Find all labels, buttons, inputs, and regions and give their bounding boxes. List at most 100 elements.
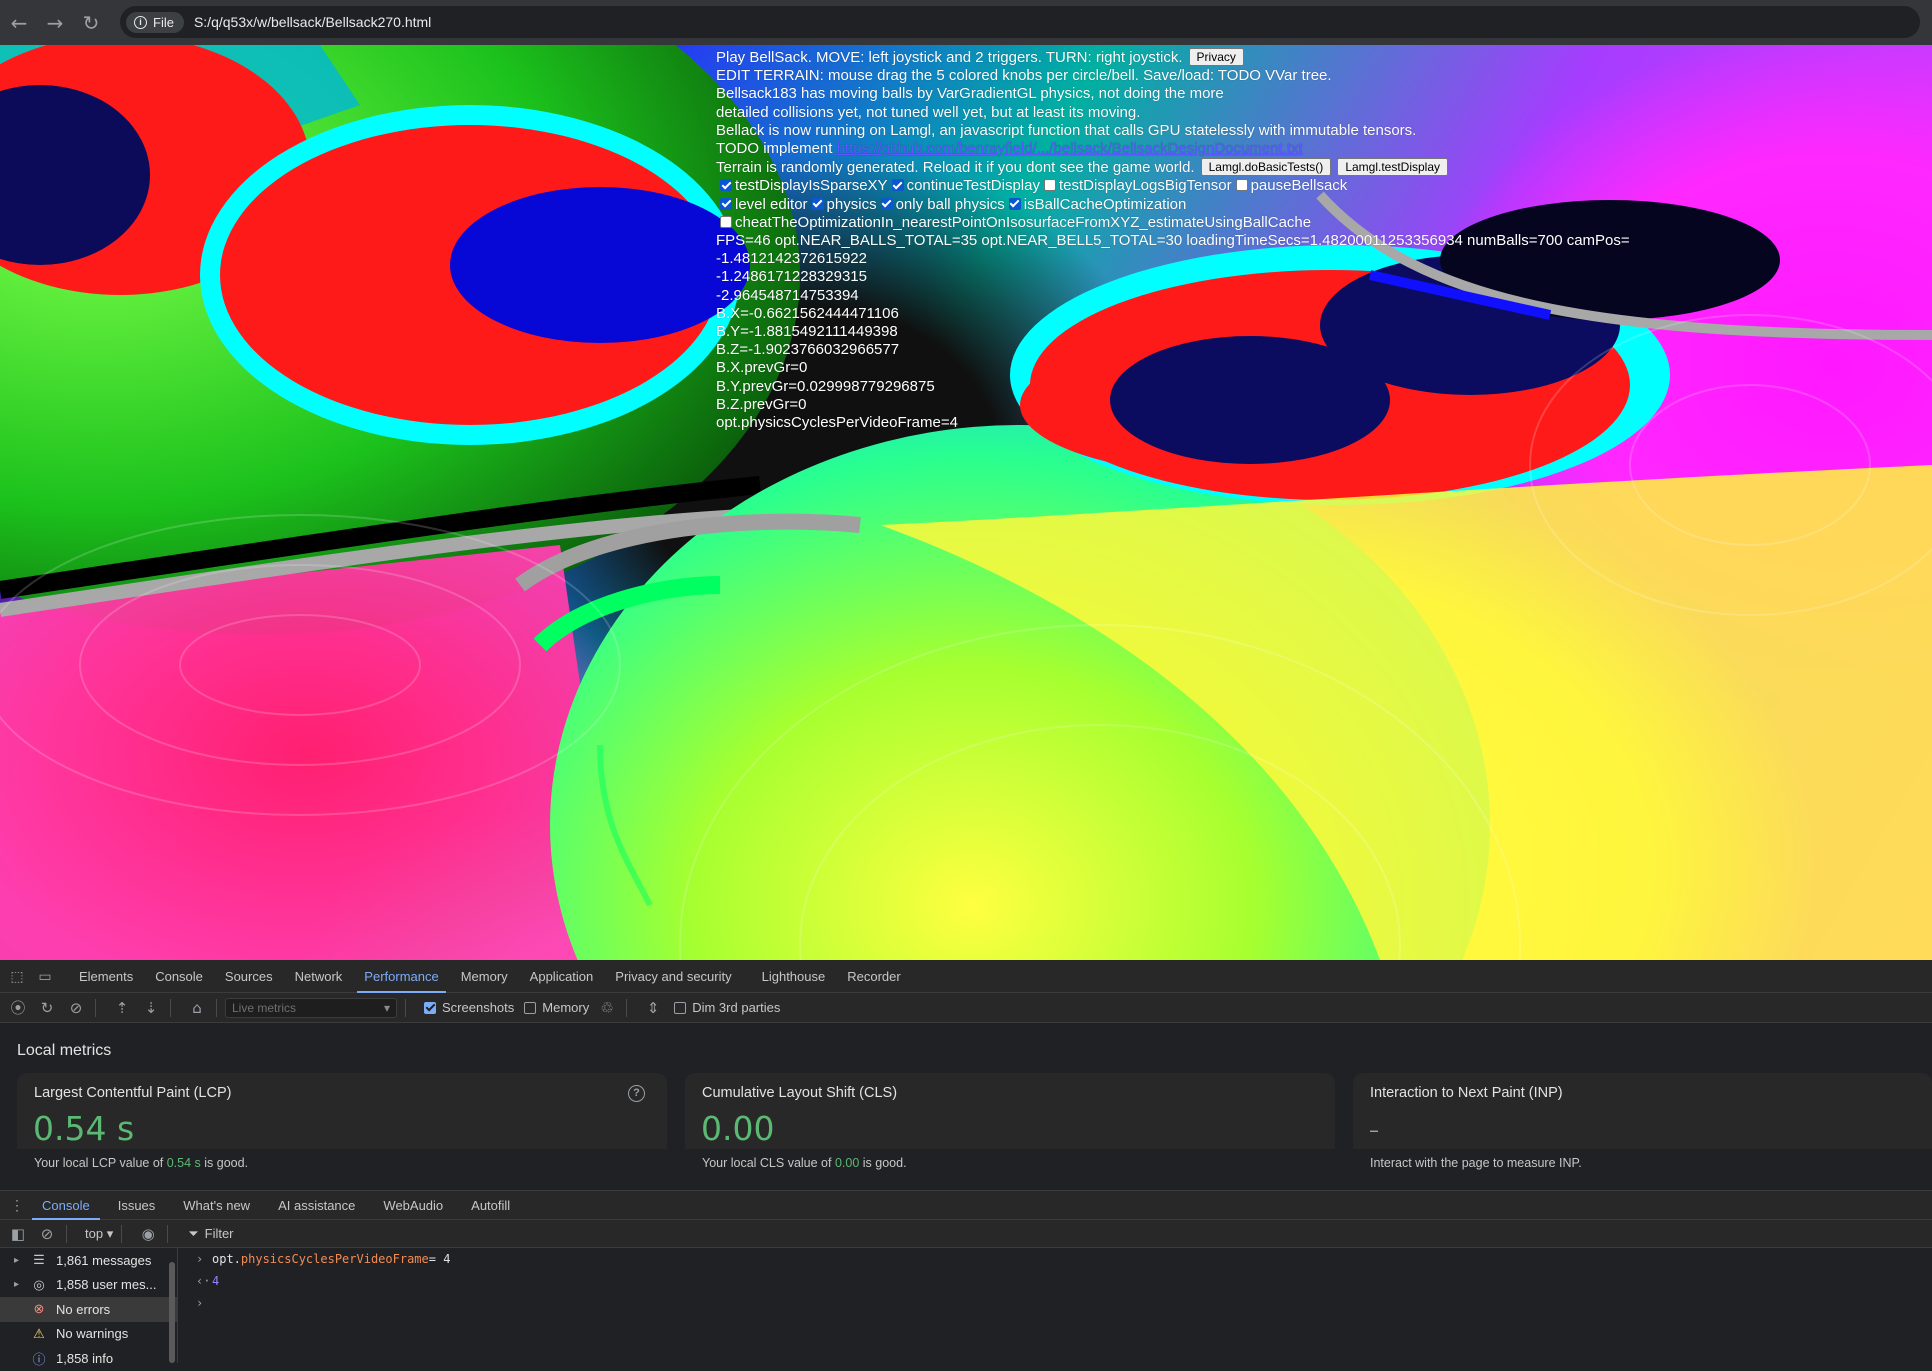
stats-line: -1.2486171228329315: [716, 268, 867, 286]
live-metrics-select[interactable]: Live metrics: [225, 997, 397, 1018]
forward-arrow-icon[interactable]: →: [38, 6, 72, 40]
test-display-button[interactable]: Lamgl.testDisplay: [1337, 158, 1449, 177]
console-result-line: ‹· 4: [196, 1274, 220, 1288]
stats-line: B.X.prevGr=0: [716, 359, 808, 377]
drawer-tab-ai-assistance[interactable]: AI assistance: [264, 1191, 369, 1220]
drawer-tab-issues[interactable]: Issues: [104, 1191, 170, 1220]
instructions-edit: EDIT TERRAIN: mouse drag the 5 colored k…: [716, 67, 1332, 85]
game-hud: Play BellSack. MOVE: left joystick and 2…: [716, 48, 1932, 432]
user-icon: ◎: [33, 1276, 45, 1292]
isballcacheoptimization-checkbox[interactable]: [1008, 197, 1021, 210]
privacy-button[interactable]: Privacy: [1188, 48, 1244, 66]
cls-value: 0.00: [701, 1109, 775, 1148]
isballcacheoptimization-label: isBallCacheOptimization: [1023, 195, 1187, 213]
tab-lighthouse[interactable]: Lighthouse: [751, 960, 837, 993]
cheat-optimization-checkbox[interactable]: [720, 215, 732, 228]
site-info-label: File: [153, 14, 174, 30]
memory-checkbox[interactable]: [524, 1001, 537, 1014]
tab-console[interactable]: Console: [144, 960, 214, 993]
testdisplaylogsbigtensor-checkbox[interactable]: [1043, 179, 1056, 192]
physics-label: physics: [826, 195, 877, 213]
basic-tests-button[interactable]: Lamgl.doBasicTests(): [1200, 158, 1332, 177]
home-icon[interactable]: ⌂: [186, 997, 208, 1019]
screenshots-checkbox[interactable]: [424, 1001, 436, 1014]
only-ball-physics-label: only ball physics: [895, 195, 1005, 213]
drawer-tab-what-s-new[interactable]: What's new: [169, 1191, 264, 1220]
console-sidebar: ▸ ☰ 1,861 messages ▸ ◎ 1,858 user mes... ⊗ No e…: [0, 1248, 178, 1367]
reload-icon[interactable]: ↻: [74, 6, 108, 40]
todo-label: TODO implement: [716, 140, 833, 158]
filter-icon: ⏷: [188, 1225, 199, 1241]
drawer-tab-console[interactable]: Console: [28, 1191, 104, 1220]
physics-checkbox[interactable]: [811, 197, 824, 210]
stats-line: opt.physicsCyclesPerVideoFrame=4: [716, 414, 958, 432]
clear-icon[interactable]: ⊘: [65, 997, 87, 1019]
tab-elements[interactable]: Elements: [68, 960, 144, 993]
stats-line: B.Z.prevGr=0: [716, 395, 807, 413]
download-icon[interactable]: ⇣: [140, 997, 162, 1019]
design-doc-link[interactable]: https://github.com/benrayfield/.../bells…: [837, 140, 1303, 157]
back-arrow-icon[interactable]: ←: [2, 6, 36, 40]
level-editor-checkbox[interactable]: [720, 197, 732, 210]
drawer-tab-webaudio[interactable]: WebAudio: [369, 1191, 457, 1220]
upload-icon[interactable]: ⇡: [111, 997, 133, 1019]
continuetestdisplay-label: continueTestDisplay: [906, 177, 1040, 195]
console-prompt[interactable]: ›: [180, 1292, 1932, 1314]
checkbox-row-1: testDisplayIsSparseXY continueTestDisplay…: [716, 177, 1932, 195]
reload-record-icon[interactable]: ↻: [36, 997, 58, 1019]
expand-chevron-icon: ›: [196, 1252, 204, 1266]
testdisplayissparsexy-checkbox[interactable]: [720, 179, 732, 192]
pausebellsack-checkbox[interactable]: [1235, 179, 1248, 192]
only-ball-physics-checkbox[interactable]: [880, 197, 893, 210]
clear-console-icon[interactable]: ⊘: [36, 1223, 58, 1245]
filter-input[interactable]: ⏷ Filter: [188, 1226, 233, 1242]
cheat-optimization-label: cheatTheOptimizationIn_nearestPointOnIso…: [735, 213, 1312, 231]
browser-toolbar: ← → ↻ i File S:/q/q53x/w/bellsack/Bellsa…: [0, 0, 1932, 45]
console-input-line[interactable]: › opt. physicsCyclesPerVideoFrame = 4: [180, 1248, 1932, 1270]
tab-network[interactable]: Network: [284, 960, 354, 993]
record-icon[interactable]: ⦿: [7, 997, 29, 1019]
checkbox-row-2: level editor physics only ball physics isBa…: [716, 196, 1932, 214]
sidebar-item[interactable]: ⓘ 1,858 info: [0, 1346, 177, 1371]
inp-description: Interact with the page to measure INP.: [1370, 1156, 1582, 1170]
more-options-icon[interactable]: ⋮: [6, 1189, 28, 1222]
eye-icon[interactable]: ◉: [137, 1223, 159, 1245]
sidebar-item-label: No errors: [56, 1301, 111, 1317]
sidebar-item[interactable]: ⚠ No warnings: [0, 1322, 177, 1347]
address-bar[interactable]: i File S:/q/q53x/w/bellsack/Bellsack270.…: [120, 6, 1920, 38]
sidebar-toggle-icon[interactable]: ◧: [7, 1223, 29, 1245]
devtools-main-tabs: ⬚ ▭ Elements Console Sources Network Perform…: [0, 960, 1932, 993]
terrain-note: Terrain is randomly generated. Reload it…: [716, 159, 1195, 177]
tab-performance[interactable]: Performance: [353, 960, 449, 993]
url-text[interactable]: S:/q/q53x/w/bellsack/Bellsack270.html: [194, 14, 431, 30]
garbage-collect-icon[interactable]: ♲: [596, 997, 618, 1019]
sidebar-scrollbar[interactable]: [168, 1254, 176, 1363]
sidebar-item-label: 1,858 user mes...: [56, 1277, 157, 1293]
drawer-tabs: ⋮ Console Issues What's new AI assistance We…: [0, 1190, 1932, 1220]
tab-memory[interactable]: Memory: [450, 960, 519, 993]
device-toolbar-icon[interactable]: ▭: [34, 960, 56, 993]
prompt-chevron-icon: ›: [196, 1296, 204, 1310]
stats-line: B.Z=-1.9023766032966577: [716, 341, 900, 359]
tab-application[interactable]: Application: [519, 960, 605, 993]
inspect-element-icon[interactable]: ⬚: [6, 960, 28, 993]
context-select[interactable]: top ▾: [85, 1226, 113, 1242]
performance-toolbar: ⦿ ↻ ⊘ ⇡ ⇣ ⌂ Live metrics Screenshots Mem…: [0, 993, 1932, 1023]
drawer-tab-autofill[interactable]: Autofill: [457, 1191, 524, 1220]
sidebar-item[interactable]: ⊗ No errors: [0, 1297, 177, 1322]
sidebar-item[interactable]: ▸ ☰ 1,861 messages: [0, 1248, 177, 1273]
sidebar-item-label: 1,858 info: [56, 1350, 114, 1366]
game-canvas[interactable]: Play BellSack. MOVE: left joystick and 2…: [0, 45, 1932, 960]
tab-privacy-and-security[interactable]: Privacy and security: [604, 960, 742, 993]
continuetestdisplay-checkbox[interactable]: [891, 179, 904, 192]
stats-line: B.Y=-1.8815492111449398: [716, 323, 898, 341]
tab-recorder[interactable]: Recorder: [836, 960, 911, 993]
instructions-move: Play BellSack. MOVE: left joystick and 2…: [716, 49, 1183, 66]
lamgl-note: Bellack is now running on Lamgl, an java…: [716, 121, 1417, 139]
network-throttle-icon[interactable]: ⇕: [642, 997, 664, 1019]
tab-sources[interactable]: Sources: [214, 960, 284, 993]
dim-3rd-parties-checkbox[interactable]: [674, 1001, 687, 1014]
help-icon[interactable]: ?: [628, 1085, 645, 1102]
site-info-chip[interactable]: i File: [126, 11, 184, 33]
sidebar-item[interactable]: ▸ ◎ 1,858 user mes...: [0, 1273, 177, 1298]
